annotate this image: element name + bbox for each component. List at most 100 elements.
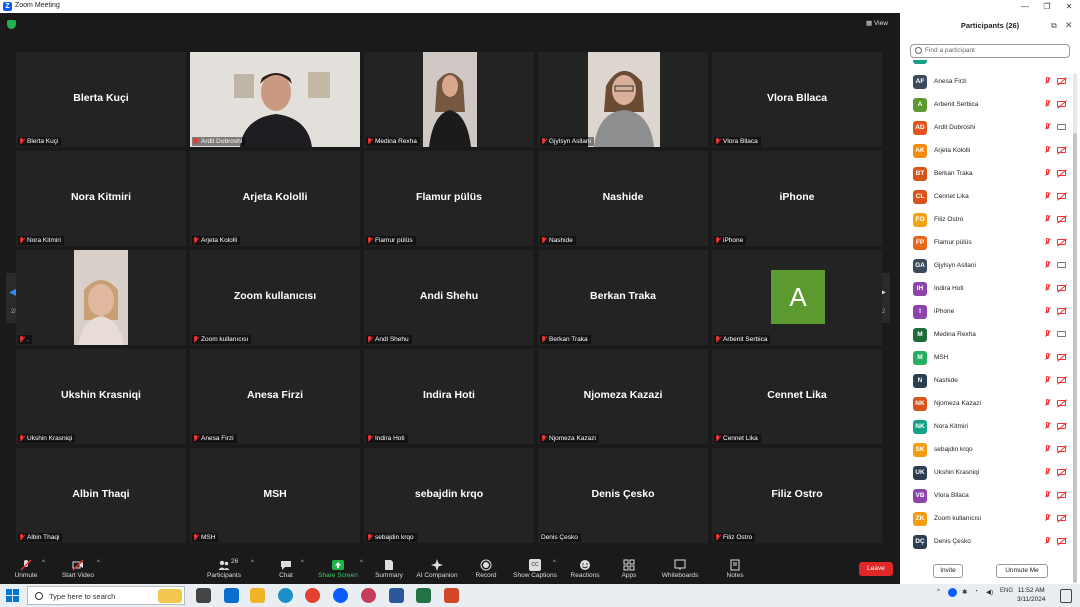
video-tile[interactable]: Gjylsyn Asllani [538, 52, 708, 147]
participant-row[interactable]: A Arbenit Serbica [900, 96, 1072, 119]
windows-start-icon[interactable] [6, 589, 19, 602]
video-tile[interactable]: Filiz Ostro Filiz Ostro [712, 448, 882, 543]
video-tile[interactable]: Berkan Traka Berkan Traka [538, 250, 708, 345]
wifi-icon[interactable]: ◔ [974, 588, 978, 595]
zoom-tray-icon[interactable] [948, 588, 957, 597]
notes-button[interactable]: Notes [722, 557, 748, 579]
taskbar-clock[interactable]: 11:52 AM 3/11/2024 [1017, 586, 1045, 604]
chat-caret-icon[interactable]: ^ [301, 560, 304, 566]
video-tile[interactable]: Nora Kitmiri Nora Kitmiri [16, 151, 186, 246]
participant-row[interactable]: NK Nora Kitmiri [900, 418, 1072, 441]
video-tile[interactable]: A Arbenit Serbica [712, 250, 882, 345]
video-tile[interactable]: MSH MSH [190, 448, 360, 543]
restore-button[interactable]: ❐ [1036, 0, 1058, 13]
edge-icon[interactable] [278, 588, 293, 603]
video-tile[interactable]: Medina Rexha [364, 52, 534, 147]
participant-row[interactable]: SK sebajdin krqo [900, 441, 1072, 464]
participant-row[interactable]: IH Indira Hoti [900, 280, 1072, 303]
scrollbar-thumb[interactable] [1073, 133, 1077, 583]
video-tile[interactable]: Blerta Kuçi Blerta Kuçi [16, 52, 186, 147]
chat-button[interactable]: Chat [272, 557, 300, 579]
video-tile[interactable]: Ardit Dobroshi [190, 52, 360, 147]
invite-button[interactable]: Invite [933, 564, 963, 578]
participant-row[interactable]: FP Flamur pülüs [900, 234, 1072, 257]
participants-button[interactable]: 26 Participants [202, 557, 246, 579]
close-button[interactable]: ✕ [1058, 0, 1080, 13]
chrome-icon[interactable] [305, 588, 320, 603]
participant-row[interactable]: FO Filiz Ostro [900, 211, 1072, 234]
captions-caret-icon[interactable]: ^ [553, 560, 556, 566]
zoom-icon[interactable] [333, 588, 348, 603]
participant-row[interactable]: M Medina Rexha [900, 326, 1072, 349]
popout-icon[interactable]: ⧉ [1051, 21, 1057, 31]
participant-row[interactable]: GA Gjylsyn Asllani [900, 257, 1072, 280]
file-explorer-icon[interactable] [250, 588, 265, 603]
participant-row[interactable]: AF Anesa Firzi [900, 73, 1072, 96]
share-screen-button[interactable]: Share Screen [316, 557, 360, 579]
mail-icon[interactable] [224, 588, 239, 603]
video-tile[interactable]: Zoom kullanıcısı Zoom kullanıcısı [190, 250, 360, 345]
share-caret-icon[interactable]: ^ [360, 560, 363, 566]
video-tile[interactable]: Anesa Firzi Anesa Firzi [190, 349, 360, 444]
participant-row[interactable]: BT Berkan Traka [900, 165, 1072, 188]
video-tile[interactable]: iPhone iPhone [712, 151, 882, 246]
summary-button[interactable]: Summary [372, 557, 406, 579]
video-tile[interactable]: Ukshin Krasniqi Ukshin Krasniqi [16, 349, 186, 444]
apps-button[interactable]: Apps [617, 557, 641, 579]
video-tile[interactable]: Njomeza Kazazi Njomeza Kazazi [538, 349, 708, 444]
bluetooth-icon[interactable]: ✱ [962, 588, 967, 596]
participant-row[interactable]: AK Arjeta Kololli [900, 142, 1072, 165]
view-button[interactable]: ▦ View [866, 19, 888, 27]
video-tile[interactable]: . [16, 250, 186, 345]
participant-row[interactable]: M MSH [900, 349, 1072, 372]
video-tile[interactable]: Vlora Bllaca Vlora Bllaca [712, 52, 882, 147]
word-icon[interactable] [389, 588, 404, 603]
participant-row[interactable]: AD Ardit Dobroshi [900, 119, 1072, 142]
participant-row[interactable]: VB Vlora Bllaca [900, 487, 1072, 510]
show-captions-button[interactable]: CC Show Captions [512, 557, 558, 579]
powerpoint-icon[interactable] [444, 588, 459, 603]
close-panel-icon[interactable]: ✕ [1065, 20, 1073, 31]
unmute-me-button[interactable]: Unmute Me [996, 564, 1048, 578]
participant-row[interactable]: IiPhone [900, 303, 1072, 326]
video-tile[interactable]: Albin Thaqi Albin Thaqi [16, 448, 186, 543]
participant-list-scrollbar[interactable] [1073, 73, 1077, 583]
unmute-button[interactable]: Unmute [8, 557, 44, 579]
video-tile[interactable]: Cennet Lika Cennet Lika [712, 349, 882, 444]
minimize-button[interactable]: — [1014, 0, 1036, 13]
reactions-button[interactable]: Reactions [568, 557, 602, 579]
participant-search-input[interactable]: Find a participant [910, 44, 1070, 58]
video-tile[interactable]: Denis Çesko Denis Çesko [538, 448, 708, 543]
audio-options-caret-icon[interactable]: ^ [42, 560, 45, 566]
task-view-icon[interactable] [196, 588, 211, 603]
participant-row[interactable]: ZK Zoom kullanıcısı [900, 510, 1072, 533]
volume-icon[interactable]: ◀) [986, 588, 993, 596]
start-video-button[interactable]: Start Video [56, 557, 100, 579]
video-tile[interactable]: Arjeta Kololli Arjeta Kololli [190, 151, 360, 246]
video-options-caret-icon[interactable]: ^ [97, 560, 100, 566]
participant-row[interactable]: NK Njomeza Kazazi [900, 395, 1072, 418]
video-tile[interactable]: Flamur pülüs Flamur pülüs [364, 151, 534, 246]
taskbar-search-input[interactable]: Type here to search [27, 586, 185, 605]
participant-row[interactable]: DÇ Denis Çesko [900, 533, 1072, 556]
video-tile[interactable]: Andi Shehu Andi Shehu [364, 250, 534, 345]
ai-companion-button[interactable]: AI Companion [413, 557, 461, 579]
excel-icon[interactable] [416, 588, 431, 603]
leave-button[interactable]: Leave [859, 562, 893, 576]
encryption-shield-icon[interactable] [7, 20, 16, 29]
video-tile[interactable]: sebajdin krqo sebajdin krqo [364, 448, 534, 543]
participant-name: Cennet Lika [934, 193, 969, 200]
participants-caret-icon[interactable]: ^ [251, 560, 254, 566]
video-tile[interactable]: Nashide Nashide [538, 151, 708, 246]
record-button[interactable]: Record [472, 557, 500, 579]
summary-label: Summary [375, 572, 403, 579]
notifications-icon[interactable] [1060, 589, 1072, 603]
language-indicator[interactable]: ENG [1000, 588, 1013, 594]
video-tile[interactable]: Indira Hoti Indira Hoti [364, 349, 534, 444]
app-icon[interactable] [361, 588, 376, 603]
whiteboards-button[interactable]: Whiteboards [658, 557, 702, 579]
participant-row[interactable]: CL Cennet Lika [900, 188, 1072, 211]
tray-chevron-icon[interactable]: ^ [937, 588, 940, 595]
participant-row[interactable]: N Nashide [900, 372, 1072, 395]
participant-row[interactable]: UK Ukshin Krasniqi [900, 464, 1072, 487]
